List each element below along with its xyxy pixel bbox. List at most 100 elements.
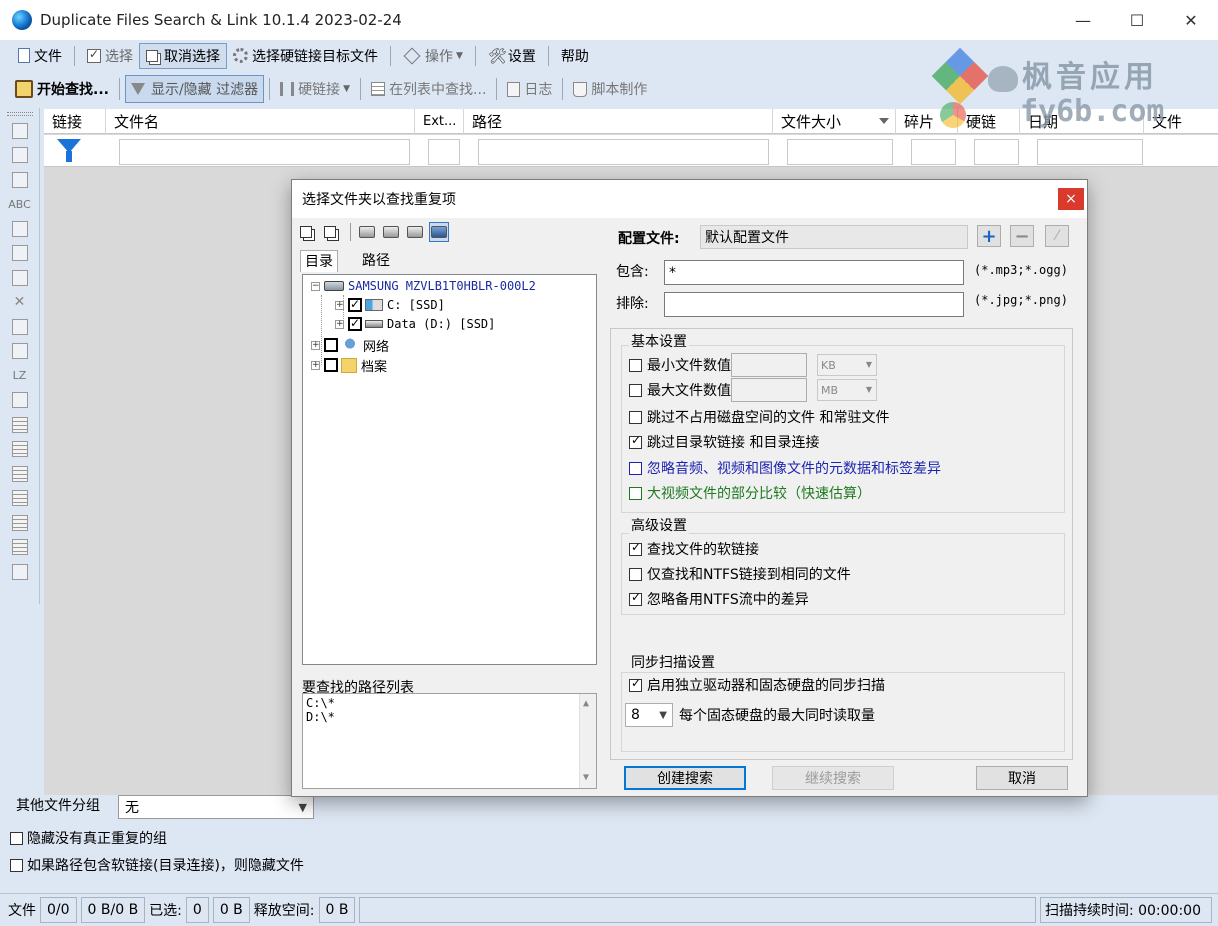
drive-icon[interactable]	[381, 222, 401, 242]
max-size-input[interactable]	[731, 378, 807, 402]
filter-date-input[interactable]	[1037, 139, 1143, 165]
include-input[interactable]: *	[664, 260, 964, 285]
ignore-metadata-checkbox[interactable]	[629, 461, 642, 475]
link-bars-icon[interactable]	[9, 488, 31, 508]
delete-icon[interactable]: ✕	[9, 292, 31, 312]
menu-file[interactable]: 文件	[12, 43, 68, 69]
column-header-filename[interactable]: 文件名	[106, 109, 415, 134]
grip-handle[interactable]	[6, 112, 33, 116]
minimize-button[interactable]: —	[1056, 0, 1110, 40]
min-size-input[interactable]	[731, 353, 807, 377]
menu-deselect[interactable]: 取消选择	[139, 42, 227, 69]
start-search-button[interactable]: 开始查找...	[10, 75, 114, 103]
exclude-input[interactable]	[664, 292, 964, 317]
column-header-date[interactable]: 日期	[1020, 109, 1144, 134]
copy-icon[interactable]	[9, 170, 31, 190]
max-size-checkbox[interactable]	[629, 383, 642, 397]
hardlink-button[interactable]: 硬链接 ▼	[275, 75, 355, 103]
remove-profile-button[interactable]: −	[1010, 225, 1034, 247]
filter-path-input[interactable]	[478, 139, 769, 165]
ntfs-same-checkbox[interactable]	[629, 567, 642, 581]
link-bars-icon[interactable]	[9, 513, 31, 533]
tab-path[interactable]: 路径	[358, 250, 394, 272]
copy-add-icon[interactable]	[9, 145, 31, 165]
tab-directory[interactable]: 目录	[300, 250, 338, 272]
dialog-close-button[interactable]: ×	[1058, 188, 1084, 210]
filter-filename-input[interactable]	[119, 139, 410, 165]
expand-icon[interactable]: +	[335, 300, 344, 310]
skip-unused-checkbox[interactable]	[629, 410, 642, 424]
hide-groups-option[interactable]: 隐藏没有真正重复的组	[10, 828, 167, 848]
filter-link-icon[interactable]	[9, 439, 31, 459]
ignore-ntfs-streams-checkbox[interactable]	[629, 590, 642, 606]
compress-icon[interactable]: LZ	[9, 366, 31, 386]
edit-profile-button[interactable]: ⁄	[1045, 225, 1069, 247]
menu-settings[interactable]: 🛠 设置	[482, 43, 542, 69]
scroll-down-icon[interactable]: ▼	[583, 771, 589, 785]
column-header-hardlinks[interactable]: 硬链	[958, 109, 1020, 134]
network-drive-icon[interactable]	[357, 222, 377, 242]
removable-drive-icon[interactable]	[405, 222, 425, 242]
maximize-button[interactable]: ☐	[1110, 0, 1164, 40]
column-header-ext[interactable]: Ext...	[415, 109, 464, 134]
max-size-option[interactable]: 最大文件数值	[629, 380, 731, 400]
hide-symlink-files-option[interactable]: 如果路径包含软链接(目录连接)，则隐藏文件	[10, 855, 304, 875]
path-list-scrollbar[interactable]: ▲ ▼	[579, 694, 596, 788]
view-icon[interactable]	[9, 121, 31, 141]
link-bars-icon[interactable]	[9, 415, 31, 435]
column-header-fragments[interactable]: 碎片	[896, 109, 958, 134]
min-size-checkbox[interactable]	[629, 358, 642, 372]
add-profile-button[interactable]: +	[977, 225, 1001, 247]
archive-checkbox[interactable]	[324, 358, 338, 372]
move-icon[interactable]	[9, 268, 31, 288]
expand-icon[interactable]: +	[311, 340, 320, 350]
copy-menu-icon[interactable]	[9, 390, 31, 410]
enable-sync-checkbox[interactable]	[629, 676, 642, 692]
grid-icon[interactable]	[9, 562, 31, 582]
partial-compare-option[interactable]: 大视频文件的部分比较（快速估算）	[629, 483, 871, 503]
menu-help[interactable]: 帮助	[555, 43, 595, 69]
continue-search-button[interactable]: 继续搜索	[772, 766, 894, 790]
group-icon[interactable]	[9, 219, 31, 239]
max-reads-select[interactable]: 8 ▼	[625, 703, 673, 727]
max-unit-select[interactable]: MB ▼	[817, 379, 877, 401]
tree-item-c-drive[interactable]: + C: [SSD]	[335, 296, 445, 314]
filter-size-input[interactable]	[787, 139, 893, 165]
filter-hardlinks-input[interactable]	[974, 139, 1019, 165]
link-bars-icon[interactable]	[9, 464, 31, 484]
column-header-link[interactable]: 链接	[44, 109, 106, 134]
ntfs-same-option[interactable]: 仅查找和NTFS链接到相同的文件	[629, 564, 851, 584]
profile-select[interactable]: 默认配置文件	[700, 225, 968, 249]
tree-item-d-drive[interactable]: + Data (D:) [SSD]	[335, 315, 495, 333]
check-all-icon[interactable]	[320, 222, 340, 242]
find-symlinks-checkbox[interactable]	[629, 540, 642, 556]
rename-icon[interactable]: ABC	[8, 194, 31, 214]
hide-groups-checkbox[interactable]	[10, 831, 23, 845]
column-header-file[interactable]: 文件	[1144, 109, 1218, 134]
find-in-list-button[interactable]: 在列表中查找...	[366, 75, 491, 103]
create-search-button[interactable]: 创建搜索	[624, 766, 746, 790]
hide-symlink-files-checkbox[interactable]	[10, 858, 23, 872]
link-bars-icon[interactable]	[9, 537, 31, 557]
toggle-filter-button[interactable]: 显示/隐藏 过滤器	[124, 75, 265, 103]
path-list-textarea[interactable]: C:\* D:\* ▲ ▼	[302, 693, 597, 789]
skip-symlinks-checkbox[interactable]	[629, 433, 642, 449]
d-drive-checkbox[interactable]	[348, 316, 362, 331]
menu-select[interactable]: 选择	[81, 43, 139, 69]
close-button[interactable]: ✕	[1164, 0, 1218, 40]
min-unit-select[interactable]: KB ▼	[817, 354, 877, 376]
expand-icon[interactable]: +	[311, 360, 320, 370]
expand-icon[interactable]: +	[335, 319, 344, 329]
log-button[interactable]: 日志	[502, 75, 557, 103]
folder-tree[interactable]: − SAMSUNG MZVLB1T0HBLR-000L2 + C: [SSD] …	[302, 274, 597, 665]
filter-ext-input[interactable]	[428, 139, 460, 165]
funnel-icon[interactable]	[57, 139, 81, 163]
network-checkbox[interactable]	[324, 338, 338, 352]
enable-sync-option[interactable]: 启用独立驱动器和固态硬盘的同步扫描	[629, 675, 885, 695]
find-symlinks-option[interactable]: 查找文件的软链接	[629, 539, 759, 559]
tree-item-archive[interactable]: + 档案	[311, 356, 387, 375]
collapse-all-icon[interactable]	[296, 222, 316, 242]
recycle-icon[interactable]	[9, 317, 31, 337]
filter-fragments-input[interactable]	[911, 139, 956, 165]
ignore-ntfs-streams-option[interactable]: 忽略备用NTFS流中的差异	[629, 589, 809, 609]
